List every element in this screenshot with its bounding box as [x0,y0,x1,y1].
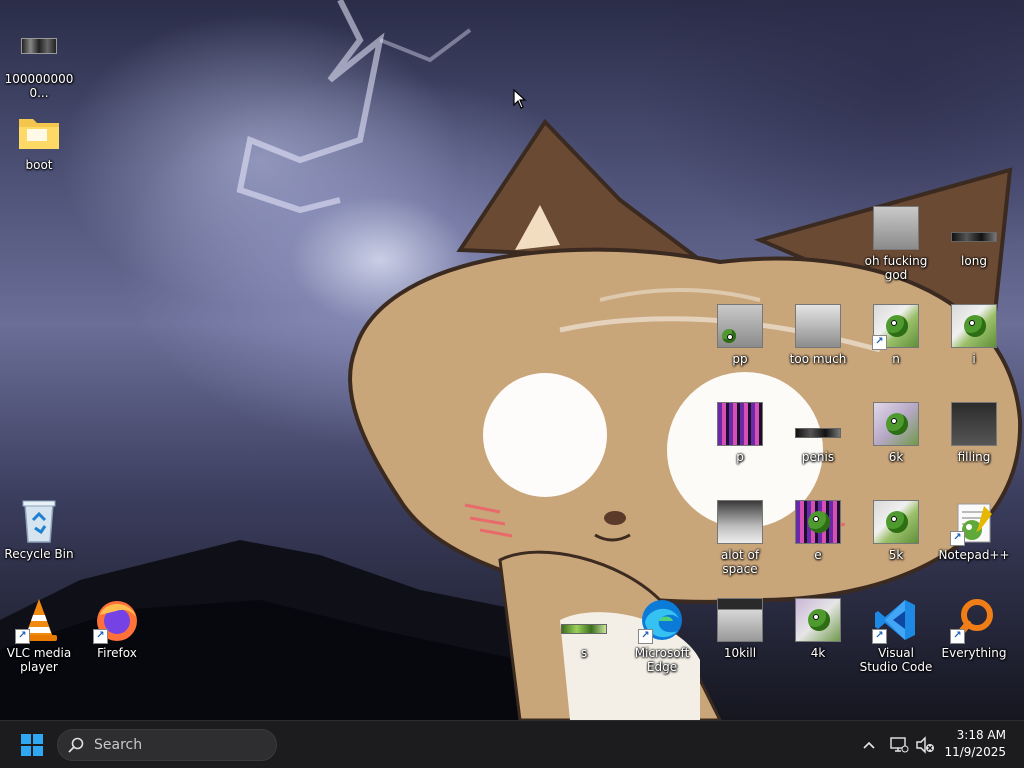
desktop-icon-i[interactable]: i [936,302,1012,366]
desktop[interactable]: 1000000000... boot Recycle Bin ↗ VLC med… [0,0,1024,720]
desktop-icon-label: boot [25,158,53,172]
everything-search-icon: ↗ [950,596,998,644]
desktop-icon-label: Firefox [97,646,137,660]
vlc-cone-icon: ↗ [15,596,63,644]
desktop-icon-vscode[interactable]: ↗ Visual Studio Code [858,596,934,674]
desktop-icon-6k[interactable]: 6k [858,400,934,464]
desktop-icon-n[interactable]: ↗ n [858,302,934,366]
search-icon [68,737,84,753]
taskbar: Search 3:18 AM 11/9/2025 [0,720,1024,768]
desktop-icon-label: long [961,254,987,268]
desktop-icon-label: Recycle Bin [4,547,74,561]
desktop-icon-notepadpp[interactable]: ↗ Notepad++ [936,498,1012,562]
image-file-icon [15,22,63,70]
shortcut-arrow-icon: ↗ [15,629,30,644]
image-file-icon [794,596,842,644]
image-file-icon [794,400,842,448]
image-file-icon [872,498,920,546]
desktop-icon-image-strip[interactable]: 1000000000... [1,22,77,100]
folder-icon [15,108,63,156]
image-file-icon: ↗ [872,302,920,350]
desktop-icon-label: 5k [888,548,904,562]
notepad-plus-plus-icon: ↗ [950,498,998,546]
desktop-icon-everything[interactable]: ↗ Everything [936,596,1012,660]
image-file-icon [872,400,920,448]
desktop-icon-label: alot of space [720,548,760,576]
volume-button[interactable] [914,733,936,757]
speaker-muted-icon [916,736,934,754]
show-hidden-icons-button[interactable] [858,733,880,757]
vscode-icon: ↗ [872,596,920,644]
desktop-icon-label: VLC media player [6,646,72,674]
image-file-icon [794,498,842,546]
image-file-icon [716,498,764,546]
desktop-icon-p[interactable]: p [702,400,778,464]
desktop-icon-label: pp [732,352,748,366]
desktop-icon-label: Microsoft Edge [634,646,690,674]
desktop-icon-label: 10kill [723,646,757,660]
taskbar-search-box[interactable]: Search [57,729,277,761]
shortcut-arrow-icon: ↗ [950,629,965,644]
image-file-icon [716,302,764,350]
desktop-icon-recycle-bin[interactable]: Recycle Bin [1,497,77,561]
desktop-icon-label: s [580,646,588,660]
image-file-icon [716,400,764,448]
chevron-up-icon [863,741,875,749]
mouse-cursor-icon [513,89,527,109]
desktop-icon-label: oh fucking god [864,254,928,282]
search-placeholder: Search [94,737,143,753]
image-file-icon [716,596,764,644]
desktop-icon-long[interactable]: long [936,204,1012,268]
desktop-icon-label: too much [789,352,847,366]
desktop-icon-4k[interactable]: 4k [780,596,856,660]
firefox-icon: ↗ [93,596,141,644]
shortcut-arrow-icon: ↗ [872,335,887,350]
desktop-icon-pp[interactable]: pp [702,302,778,366]
network-monitor-icon [890,737,909,753]
recycle-bin-icon [15,497,63,545]
desktop-icon-label: Notepad++ [938,548,1010,562]
edge-icon: ↗ [638,596,686,644]
image-file-icon [950,204,998,252]
desktop-icon-alot-of-space[interactable]: alot of space [702,498,778,576]
desktop-icon-label: Visual Studio Code [859,646,933,674]
clock-time: 3:18 AM [956,728,1006,742]
desktop-icon-label: p [736,450,744,464]
network-status-button[interactable] [888,733,910,757]
desktop-icon-s[interactable]: s [546,596,622,660]
desktop-icon-label: n [892,352,900,366]
windows-logo-icon [21,734,43,756]
image-file-icon [560,596,608,644]
desktop-icon-vlc[interactable]: ↗ VLC media player [1,596,77,674]
desktop-icon-label: filling [957,450,991,464]
desktop-icon-too-much[interactable]: too much [780,302,856,366]
desktop-icon-label: Everything [941,646,1007,660]
image-file-icon [950,400,998,448]
desktop-icon-boot[interactable]: boot [1,108,77,172]
desktop-icon-label: 1000000000... [4,72,74,100]
desktop-icon-label: 6k [888,450,904,464]
shortcut-arrow-icon: ↗ [950,531,965,546]
desktop-icon-label: i [972,352,976,366]
desktop-icon-label: 4k [810,646,826,660]
shortcut-arrow-icon: ↗ [872,629,887,644]
desktop-icon-label: e [814,548,822,562]
desktop-icon-penis[interactable]: penis [780,400,856,464]
desktop-icon-10kill[interactable]: 10kill [702,596,778,660]
desktop-icon-oh-fucking-god[interactable]: oh fucking god [858,204,934,282]
image-file-icon [794,302,842,350]
desktop-icon-5k[interactable]: 5k [858,498,934,562]
desktop-icon-firefox[interactable]: ↗ Firefox [79,596,155,660]
desktop-icon-filling[interactable]: filling [936,400,1012,464]
desktop-icon-microsoft-edge[interactable]: ↗ Microsoft Edge [624,596,700,674]
start-button[interactable] [14,730,50,760]
clock-date: 11/9/2025 [944,745,1006,759]
image-file-icon [872,204,920,252]
image-file-icon [950,302,998,350]
shortcut-arrow-icon: ↗ [638,629,653,644]
taskbar-clock[interactable]: 3:18 AM 11/9/2025 [944,727,1006,761]
shortcut-arrow-icon: ↗ [93,629,108,644]
desktop-icon-e[interactable]: e [780,498,856,562]
desktop-icon-label: penis [801,450,835,464]
